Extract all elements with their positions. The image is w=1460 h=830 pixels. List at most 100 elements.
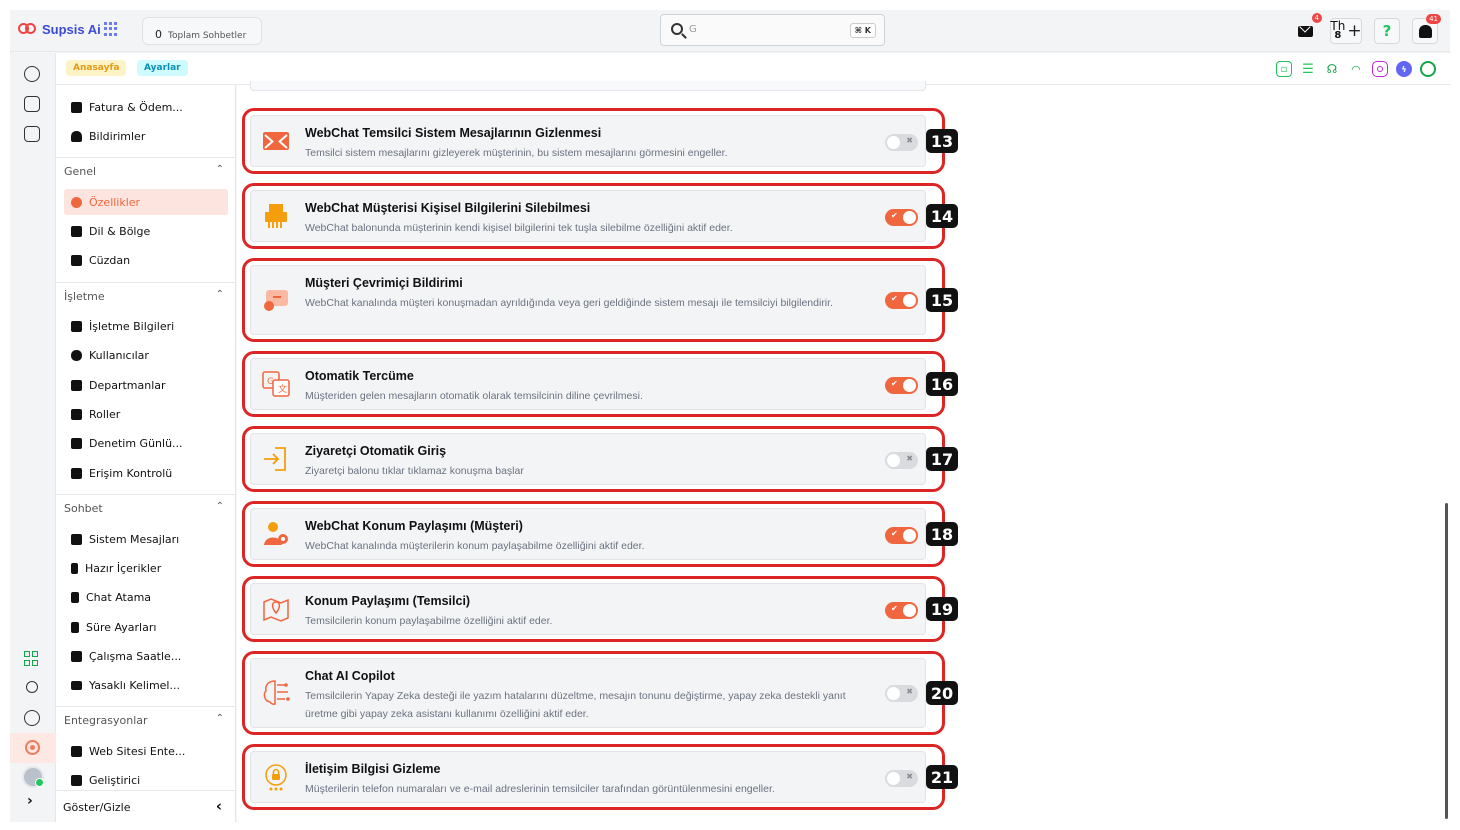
toggle-knob xyxy=(903,529,916,542)
feature-card: WebChat Temsilci Sistem Mesajlarının Giz… xyxy=(250,115,926,167)
previous-card-edge xyxy=(250,81,926,91)
list-icon[interactable]: ☰ xyxy=(1300,61,1316,77)
feature-description: WebChat kanalında müşteri konuşmadan ayr… xyxy=(305,297,833,309)
help-button[interactable]: ? xyxy=(1374,18,1400,44)
menu-item-audit-log[interactable]: Denetim Günlü... xyxy=(64,430,228,456)
invoice-icon xyxy=(71,101,82,113)
feature-description: WebChat balonunda müşterinin kendi kişis… xyxy=(305,222,733,234)
search-value: G xyxy=(689,24,697,35)
avatar[interactable] xyxy=(22,766,44,788)
menu-item-departments[interactable]: Departmanlar xyxy=(64,372,228,398)
calendar-icon xyxy=(71,650,82,662)
chat-icon[interactable] xyxy=(24,66,40,82)
plus-icon: + xyxy=(1347,21,1362,41)
chevron-up-icon: ⌃ xyxy=(215,713,224,724)
menu-item-access-control[interactable]: Erişim Kontrolü xyxy=(64,460,228,486)
feature-title: WebChat Temsilci Sistem Mesajlarının Giz… xyxy=(305,126,602,140)
feature-card: Chat AI Copilot Temsilcilerin Yapay Zeka … xyxy=(250,658,926,728)
feature-title: Konum Paylaşımı (Temsilci) xyxy=(305,594,471,608)
menu-item-banned-words[interactable]: Yasaklı Kelimel... xyxy=(64,672,228,698)
access-control-icon xyxy=(71,467,82,479)
chevron-right-icon[interactable]: › xyxy=(27,793,33,809)
dashboard-icon[interactable] xyxy=(24,651,40,667)
contacts-icon[interactable] xyxy=(24,96,40,112)
feature-toggle[interactable]: ✖ xyxy=(885,134,918,151)
feature-description: Temsilci sistem mesajlarını gizleyerek m… xyxy=(305,147,728,159)
feature-toggle[interactable]: ✔ xyxy=(885,527,918,544)
section-sohbet[interactable]: Sohbet ⌃ xyxy=(56,494,235,520)
feature-toggle[interactable]: ✔ xyxy=(885,292,918,309)
feature-toggle[interactable]: ✖ xyxy=(885,685,918,702)
mail-button[interactable]: 4 xyxy=(1292,13,1322,44)
search-input[interactable]: G ⌘ K xyxy=(660,14,885,46)
hidden-message-icon xyxy=(261,126,291,156)
menu-item-users[interactable]: Kullanıcılar xyxy=(64,342,228,368)
menu-item-notifications[interactable]: Bildirimler xyxy=(64,123,228,149)
section-isletme[interactable]: İşletme ⌃ xyxy=(56,282,235,308)
menu-item-canned-content[interactable]: Hazır İçerikler xyxy=(64,555,228,581)
feature-toggle[interactable]: ✔ xyxy=(885,209,918,226)
feature-card: G 文 Otomatik Tercüme Müşteriden gelen mesaj… xyxy=(250,358,926,410)
breadcrumb-home[interactable]: Anasayfa xyxy=(66,60,127,76)
menu-item-features[interactable]: Özellikler xyxy=(64,189,228,215)
feature-toggle[interactable]: ✖ xyxy=(885,452,918,469)
feature-toggle[interactable]: ✔ xyxy=(885,377,918,394)
inbox-icon[interactable] xyxy=(24,126,40,142)
bell-icon xyxy=(1418,24,1432,38)
check-icon: ✔ xyxy=(891,294,898,303)
feature-title: Ziyaretçi Otomatik Giriş xyxy=(305,444,447,458)
instagram-icon[interactable] xyxy=(1372,61,1388,77)
help-icon: ? xyxy=(1382,22,1392,40)
total-chats-label: Toplam Sohbetler xyxy=(168,31,247,41)
show-hide-toggle[interactable]: Göster/Gizle ‹ xyxy=(56,790,235,822)
feature-card: WebChat Müşterisi Kişisel Bilgilerini Si… xyxy=(250,190,926,242)
user-location-icon xyxy=(261,519,291,549)
step-number-badge: 16 xyxy=(926,372,958,396)
menu-item-billing[interactable]: Fatura & Ödem... xyxy=(64,94,228,120)
roles-icon xyxy=(71,408,82,420)
menu-item-website-integration[interactable]: Web Sitesi Ente... xyxy=(64,738,228,764)
svg-text:文: 文 xyxy=(278,383,287,395)
breadcrumb-settings[interactable]: Ayarlar xyxy=(137,60,188,76)
menu-item-working-hours[interactable]: Çalışma Saatle... xyxy=(64,643,228,669)
search-shortcut: ⌘ K xyxy=(849,23,876,38)
add-th-button[interactable]: Th 8 + xyxy=(1330,18,1362,44)
departments-icon xyxy=(71,379,82,391)
bell-icon xyxy=(71,130,82,142)
feature-description: Müşterilerin telefon numaraları ve e-mai… xyxy=(305,783,775,795)
feature-card: Müşteri Çevrimiçi Bildirimi WebChat kanal… xyxy=(250,265,926,335)
menu-item-time-settings[interactable]: Süre Ayarları xyxy=(64,614,228,640)
share-icon[interactable] xyxy=(26,681,38,693)
clock-icon[interactable] xyxy=(24,710,40,726)
messenger-icon[interactable]: ϟ xyxy=(1396,61,1412,77)
wifi-icon[interactable]: ◠ xyxy=(1348,61,1364,77)
notifications-button[interactable]: 41 xyxy=(1412,14,1441,44)
scrollbar[interactable] xyxy=(1445,503,1448,819)
check-icon: ✔ xyxy=(891,379,898,388)
feature-toggle[interactable]: ✖ xyxy=(885,770,918,787)
app-logo[interactable]: Supsis Ai xyxy=(18,21,101,37)
x-icon: ✖ xyxy=(906,687,913,696)
feature-title: Chat AI Copilot xyxy=(305,669,395,683)
whatsapp-icon[interactable] xyxy=(1420,61,1436,77)
apps-grid-icon[interactable] xyxy=(104,22,118,36)
feature-toggle[interactable]: ✔ xyxy=(885,602,918,619)
section-genel[interactable]: Genel ⌃ xyxy=(56,157,235,183)
webchat-icon[interactable]: ▫ xyxy=(1276,61,1292,77)
menu-item-language[interactable]: Dil & Bölge xyxy=(64,218,228,244)
menu-item-business-info[interactable]: İşletme Bilgileri xyxy=(64,313,228,339)
step-number-badge: 18 xyxy=(926,522,958,546)
check-icon: ✔ xyxy=(891,604,898,613)
section-integrations[interactable]: Entegrasyonlar ⌃ xyxy=(56,706,235,732)
toggle-knob xyxy=(887,772,900,785)
menu-item-system-messages[interactable]: Sistem Mesajları xyxy=(64,526,228,552)
channel-icons: ▫ ☰ ☊ ◠ ϟ xyxy=(1276,61,1436,77)
x-icon: ✖ xyxy=(906,772,913,781)
x-icon: ✖ xyxy=(906,136,913,145)
menu-item-wallet[interactable]: Cüzdan xyxy=(64,247,228,273)
menu-item-roles[interactable]: Roller xyxy=(64,401,228,427)
online-notification-icon xyxy=(261,284,291,314)
shredder-icon xyxy=(261,201,291,231)
menu-item-chat-assign[interactable]: Chat Atama xyxy=(64,584,228,610)
voice-icon[interactable]: ☊ xyxy=(1324,61,1340,77)
